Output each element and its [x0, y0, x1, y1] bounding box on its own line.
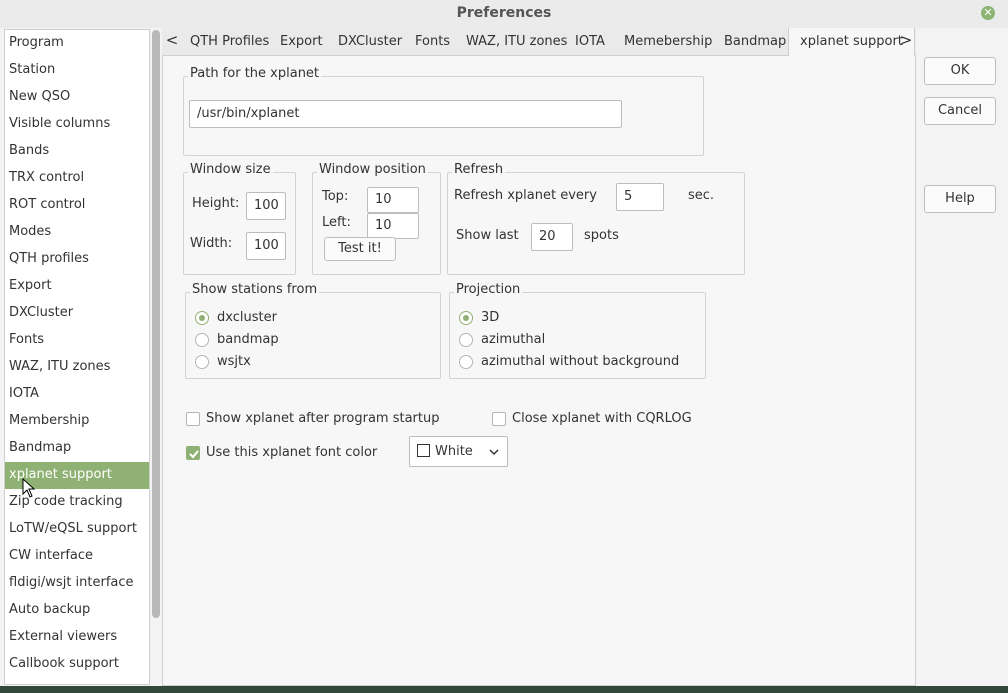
ok-button[interactable]: OK	[924, 57, 996, 85]
window-size-group: Window size Height: 100 Width: 100	[183, 162, 296, 275]
show-after-startup-checkbox[interactable]	[186, 412, 200, 426]
top-input[interactable]: 10	[367, 187, 419, 213]
sidebar-item-fldigi-wsjt-interface[interactable]: fldigi/wsjt interface	[5, 570, 149, 597]
sidebar-item-membership[interactable]: Membership	[5, 408, 149, 435]
path-group: Path for the xplanet /usr/bin/xplanet	[183, 66, 704, 156]
sidebar-item-qth-profiles[interactable]: QTH profiles	[5, 246, 149, 273]
sidebar-item-external-viewers[interactable]: External viewers	[5, 624, 149, 651]
close-icon[interactable]: ✕	[981, 6, 995, 20]
window-position-group: Window position Top: 10 Left: 10 Test it…	[312, 162, 441, 275]
preferences-window: Preferences ✕ Program Station New QSO Vi…	[0, 0, 1008, 686]
refresh-every-input[interactable]: 5	[616, 183, 664, 211]
tab-iota[interactable]: IOTA	[575, 28, 605, 56]
checkmark-icon	[189, 450, 199, 459]
sidebar-item-trx-control[interactable]: TRX control	[5, 165, 149, 192]
sidebar-item-bandmap[interactable]: Bandmap	[5, 435, 149, 462]
radio-dxcluster-label: dxcluster	[217, 310, 277, 325]
font-color-value: White	[435, 444, 473, 459]
sidebar-item-iota[interactable]: IOTA	[5, 381, 149, 408]
help-button[interactable]: Help	[924, 185, 996, 213]
projection-title: Projection	[454, 282, 523, 297]
window-position-title: Window position	[317, 162, 428, 177]
projection-group: Projection 3D azimuthal azimuthal withou…	[449, 282, 706, 379]
sidebar-item-modes[interactable]: Modes	[5, 219, 149, 246]
path-group-title: Path for the xplanet	[188, 66, 322, 81]
mouse-cursor-icon	[22, 478, 36, 498]
refresh-every-unit: sec.	[688, 188, 715, 203]
sidebar-item-lotw-eqsl-support[interactable]: LoTW/eQSL support	[5, 516, 149, 543]
show-after-startup-label: Show xplanet after program startup	[206, 411, 440, 426]
xplanet-path-input[interactable]: /usr/bin/xplanet	[189, 100, 622, 128]
close-with-cqrlog-label: Close xplanet with CQRLOG	[512, 411, 692, 426]
width-label: Width:	[190, 236, 233, 251]
close-with-cqrlog-checkbox[interactable]	[492, 412, 506, 426]
show-last-label: Show last	[456, 228, 519, 243]
cancel-button[interactable]: Cancel	[924, 97, 996, 125]
sidebar-item-export[interactable]: Export	[5, 273, 149, 300]
tab-scroll-left-icon[interactable]: <	[162, 28, 182, 55]
test-it-button[interactable]: Test it!	[324, 237, 396, 261]
sidebar-item-station[interactable]: Station	[5, 57, 149, 84]
radio-wsjtx[interactable]	[195, 355, 209, 369]
show-last-unit: spots	[584, 228, 619, 243]
tab-bandmap[interactable]: Bandmap	[724, 28, 786, 56]
show-stations-group: Show stations from dxcluster bandmap wsj…	[185, 282, 441, 379]
height-label: Height:	[192, 196, 240, 211]
dialog-buttons: OK Cancel Help	[916, 28, 1008, 686]
color-swatch	[417, 444, 430, 457]
sidebar-item-program[interactable]: Program	[5, 30, 149, 57]
sidebar-item-rot-control[interactable]: ROT control	[5, 192, 149, 219]
refresh-title: Refresh	[452, 162, 506, 177]
refresh-every-label: Refresh xplanet every	[454, 188, 597, 203]
font-color-select[interactable]: White	[409, 436, 508, 467]
sidebar: Program Station New QSO Visible columns …	[4, 29, 150, 685]
use-font-color-label: Use this xplanet font color	[206, 445, 378, 460]
sidebar-item-auto-backup[interactable]: Auto backup	[5, 597, 149, 624]
tab-export[interactable]: Export	[280, 28, 323, 56]
top-label: Top:	[322, 189, 349, 204]
window-size-title: Window size	[188, 162, 273, 177]
show-stations-title: Show stations from	[190, 282, 320, 297]
tab-content-xplanet: Path for the xplanet /usr/bin/xplanet Wi…	[162, 56, 916, 686]
sidebar-item-bands[interactable]: Bands	[5, 138, 149, 165]
sidebar-item-waz-itu-zones[interactable]: WAZ, ITU zones	[5, 354, 149, 381]
sidebar-item-visible-columns[interactable]: Visible columns	[5, 111, 149, 138]
radio-azimuthal-label: azimuthal	[481, 332, 546, 347]
tab-qth-profiles[interactable]: QTH Profiles	[190, 28, 269, 56]
height-input[interactable]: 100	[246, 192, 286, 220]
window-title: Preferences	[456, 5, 552, 21]
sidebar-item-new-qso[interactable]: New QSO	[5, 84, 149, 111]
tab-fonts[interactable]: Fonts	[415, 28, 450, 56]
radio-azimuthal[interactable]	[459, 333, 473, 347]
tab-scroll-right-icon[interactable]: >	[896, 28, 916, 55]
radio-dxcluster[interactable]	[195, 311, 209, 325]
tab-bar: < QTH Profiles Export DXCluster Fonts WA…	[162, 28, 916, 56]
radio-bandmap-label: bandmap	[217, 332, 279, 347]
radio-azimuthal-no-bg[interactable]	[459, 355, 473, 369]
radio-azimuthal-no-bg-label: azimuthal without background	[481, 354, 680, 369]
radio-3d-label: 3D	[481, 310, 500, 325]
width-input[interactable]: 100	[246, 232, 286, 260]
tab-memebership[interactable]: Memebership	[624, 28, 712, 56]
title-bar: Preferences ✕	[0, 0, 1008, 28]
radio-3d[interactable]	[459, 311, 473, 325]
sidebar-item-dxcluster[interactable]: DXCluster	[5, 300, 149, 327]
sidebar-item-callbook-support[interactable]: Callbook support	[5, 651, 149, 678]
tab-dxcluster[interactable]: DXCluster	[338, 28, 402, 56]
left-input[interactable]: 10	[367, 213, 419, 239]
chevron-down-icon	[489, 449, 499, 456]
sidebar-item-fonts[interactable]: Fonts	[5, 327, 149, 354]
use-font-color-checkbox[interactable]	[186, 446, 200, 460]
radio-wsjtx-label: wsjtx	[217, 354, 251, 369]
sidebar-scrollbar[interactable]	[152, 30, 160, 618]
refresh-group: Refresh Refresh xplanet every 5 sec. Sho…	[447, 162, 745, 275]
sidebar-item-cw-interface[interactable]: CW interface	[5, 543, 149, 570]
left-label: Left:	[322, 215, 351, 230]
tab-waz-itu-zones[interactable]: WAZ, ITU zones	[466, 28, 567, 56]
show-last-input[interactable]: 20	[531, 223, 573, 251]
radio-bandmap[interactable]	[195, 333, 209, 347]
desktop-taskbar	[0, 686, 1008, 693]
